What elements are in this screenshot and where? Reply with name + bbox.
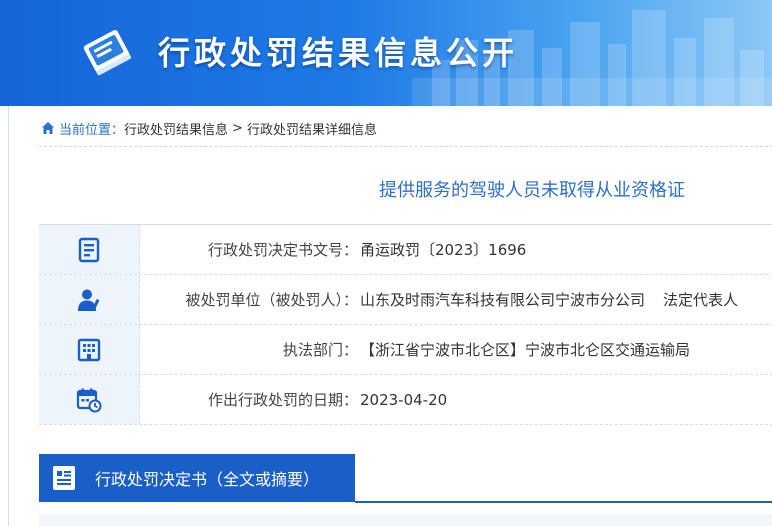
home-icon [42, 122, 54, 134]
calendar-icon [76, 388, 102, 412]
info-table: 行政处罚决定书文号： 甬运政罚〔2023〕1696 被处罚单位（被处罚人）： 山… [39, 224, 772, 425]
section-title: 行政处罚决定书（全文或摘要） [95, 470, 320, 489]
row-label: 被处罚单位（被处罚人）： [185, 291, 358, 309]
row-icon-cell [39, 275, 140, 324]
main-panel: 当前位置： 行政处罚结果信息 > 行政处罚结果详细信息 提供服务的驾驶人员未取得… [8, 106, 772, 526]
row-label: 执法部门： [282, 341, 358, 359]
breadcrumb-prefix: 当前位置： [59, 122, 125, 138]
building-icon [77, 338, 101, 361]
info-row-penalized-party: 被处罚单位（被处罚人）： 山东及时雨汽车科技有限公司宁波市分公司 法定代表人 [39, 275, 772, 325]
document-list-icon [78, 237, 100, 262]
section-body [39, 514, 772, 526]
header-banner: 行政处罚结果信息公开 [0, 0, 772, 106]
breadcrumb-link-results[interactable]: 行政处罚结果信息 [124, 119, 228, 138]
case-title: 提供服务的驾驶人员未取得从业资格证 [379, 180, 685, 201]
section-divider [355, 501, 772, 503]
row-value: 2023-04-20 [360, 390, 448, 409]
info-row-decision-number: 行政处罚决定书文号： 甬运政罚〔2023〕1696 [39, 225, 772, 275]
row-value-text: 山东及时雨汽车科技有限公司宁波市分公司 [360, 291, 646, 309]
site-title: 行政处罚结果信息公开 [158, 34, 519, 72]
row-value-extra: 法定代表人 [663, 291, 739, 309]
breadcrumb: 当前位置： 行政处罚结果信息 > 行政处罚结果详细信息 [41, 118, 377, 138]
info-row-enforcement-department: 执法部门： 【浙江省宁波市北仑区】宁波市北仑区交通运输局 [39, 325, 772, 375]
breadcrumb-separator: > [232, 120, 243, 136]
info-row-decision-date: 作出行政处罚的日期： 2023-04-20 [39, 375, 772, 425]
breadcrumb-current: 行政处罚结果详细信息 [246, 122, 377, 138]
divider [39, 146, 772, 147]
row-value: 【浙江省宁波市北仑区】宁波市北仑区交通运输局 [360, 341, 691, 359]
row-label: 行政处罚决定书文号： [207, 241, 358, 259]
section-header-decision-document: 行政处罚决定书（全文或摘要） [39, 454, 355, 502]
row-icon-cell [39, 325, 140, 374]
book-icon [83, 30, 132, 76]
row-icon-cell [39, 225, 140, 274]
row-value: 甬运政罚〔2023〕1696 [360, 241, 527, 259]
row-icon-cell [39, 375, 140, 424]
person-icon [78, 289, 100, 311]
document-icon [53, 466, 75, 490]
row-value: 山东及时雨汽车科技有限公司宁波市分公司 法定代表人 [358, 275, 772, 324]
row-label: 作出行政处罚的日期： [207, 391, 358, 409]
